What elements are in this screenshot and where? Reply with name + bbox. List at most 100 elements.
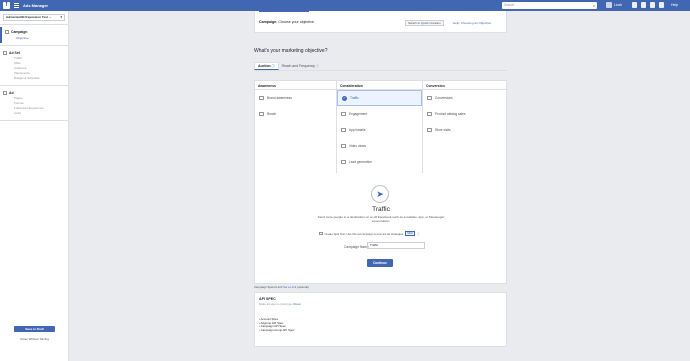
optional-label: (optional) bbox=[297, 285, 309, 289]
split-test-row: Create Split Test: Use this ad campaign … bbox=[319, 231, 420, 236]
option-product-catalog-sales[interactable]: Product catalog sales bbox=[423, 106, 508, 122]
box-icon bbox=[341, 128, 346, 132]
user-menu[interactable]: Leah bbox=[606, 2, 622, 8]
help-link[interactable]: Help bbox=[671, 3, 678, 7]
settings-icon[interactable] bbox=[659, 2, 664, 8]
user-name: Leah bbox=[614, 3, 622, 7]
selected-objective-description: Send more people to a destination on or … bbox=[317, 215, 445, 224]
option-traffic[interactable]: ✓ Traffic bbox=[337, 90, 422, 106]
divider bbox=[0, 44, 68, 46]
objective-panel: Awareness Brand awareness Reach Consider… bbox=[254, 80, 508, 284]
save-draft-button[interactable]: Save to Draft bbox=[14, 326, 55, 332]
sidebar-item-pages[interactable]: Pages bbox=[14, 96, 68, 100]
campaign-icon bbox=[5, 30, 9, 34]
api-spec-panel: API SPEC Make ad spec to prototype. Rese… bbox=[254, 292, 507, 347]
option-video-views[interactable]: Video views bbox=[337, 138, 422, 154]
info-icon: ⓘ bbox=[316, 64, 320, 68]
help-choosing-objective-link[interactable]: Help: Choosing an Objective bbox=[453, 21, 491, 25]
option-lead-generation[interactable]: Lead generation bbox=[337, 154, 422, 170]
divider bbox=[0, 24, 68, 25]
new-badge: NEW bbox=[405, 231, 415, 236]
option-conversions[interactable]: Conversions bbox=[423, 90, 508, 106]
globe-icon bbox=[427, 96, 432, 100]
tab-reach-frequency[interactable]: Reach and Frequency ⓘ bbox=[279, 62, 322, 70]
campaign-name-input[interactable]: Traffic bbox=[367, 242, 425, 249]
continue-button[interactable]: Continue bbox=[367, 259, 393, 267]
sidebar-section-ad-set[interactable]: Ad Set Traffic Offer Audience Placements… bbox=[0, 48, 68, 83]
info-icon[interactable]: ⓘ bbox=[417, 232, 420, 236]
cart-icon bbox=[427, 112, 432, 116]
video-icon bbox=[341, 144, 346, 148]
quick-creation-button[interactable]: Switch to Quick Creation bbox=[405, 20, 444, 26]
sidebar-section-campaign[interactable]: Campaign Objective bbox=[0, 27, 68, 43]
notifications-icon[interactable] bbox=[650, 2, 655, 8]
sidebar-item-audience[interactable]: Audience bbox=[14, 66, 68, 70]
sidebar-section-title: Campaign bbox=[11, 30, 28, 34]
sidebar-item-links[interactable]: Links bbox=[14, 111, 68, 115]
sidebar-item-offer[interactable]: Offer bbox=[14, 61, 68, 65]
sidebar: AdmartenNit Expansion Test ... ▾ Campaig… bbox=[0, 11, 69, 361]
close-without-saving-link[interactable]: Close Without Saving bbox=[14, 337, 55, 341]
spend-limit-label: Campaign Spend Limit bbox=[254, 285, 283, 289]
chevron-down-icon: ▾ bbox=[60, 15, 62, 19]
split-test-label: Create Split Test: Use this ad campaign … bbox=[324, 231, 404, 236]
sidebar-section-title: Ad Set bbox=[9, 50, 20, 55]
reset-link[interactable]: Reset bbox=[294, 302, 301, 306]
ad-set-icon bbox=[3, 50, 7, 55]
engagement-icon bbox=[341, 112, 346, 116]
option-store-visits[interactable]: Store visits bbox=[423, 122, 508, 138]
info-icon: ⓘ bbox=[271, 64, 275, 68]
column-heading: Conversion bbox=[423, 81, 508, 90]
campaign-name-label: Campaign Name bbox=[344, 245, 369, 249]
sidebar-item-objective[interactable]: Objective bbox=[16, 36, 68, 40]
reach-icon bbox=[259, 112, 264, 116]
megaphone-icon bbox=[259, 96, 264, 100]
check-icon: ✓ bbox=[342, 95, 347, 101]
account-name: AdmartenNit Expansion Test ... bbox=[6, 15, 52, 19]
sidebar-item-fullscreen[interactable]: Fullscreen Experience bbox=[14, 106, 68, 110]
option-app-installs[interactable]: App installs bbox=[337, 122, 422, 138]
ad-icon bbox=[3, 90, 7, 95]
search-icon[interactable]: ⌕ bbox=[593, 2, 595, 9]
column-heading: Awareness bbox=[255, 81, 336, 90]
spend-limit: Campaign Spend Limit Set a Limit (option… bbox=[254, 285, 309, 289]
messages-icon[interactable] bbox=[641, 2, 646, 8]
column-conversion: Conversion Conversions Product catalog s… bbox=[423, 81, 508, 173]
search-input[interactable]: Search ⌕ bbox=[502, 2, 597, 9]
divider bbox=[0, 84, 68, 86]
sidebar-section-ad[interactable]: Ad Pages Format Fullscreen Experience Li… bbox=[0, 88, 68, 118]
sidebar-section-title: Ad bbox=[9, 90, 14, 95]
progress-line bbox=[259, 11, 309, 12]
api-spec-title: API SPEC bbox=[259, 297, 276, 301]
account-select[interactable]: AdmartenNit Expansion Test ... ▾ bbox=[3, 14, 65, 21]
search-placeholder: Search bbox=[504, 3, 515, 7]
sidebar-item-format[interactable]: Format bbox=[14, 101, 68, 105]
objective-question: What's your marketing objective? bbox=[254, 48, 328, 54]
store-icon bbox=[427, 128, 432, 132]
campaign-header: Campaign: Choose your objective. Switch … bbox=[254, 11, 507, 33]
selected-objective-title: Traffic bbox=[372, 206, 390, 213]
app-title[interactable]: Ads Manager bbox=[23, 3, 48, 8]
list-item: • Campaign Group API Spec bbox=[259, 327, 295, 332]
cursor-icon: ➤ bbox=[371, 185, 389, 203]
column-consideration: Consideration ✓ Traffic Engagement App in… bbox=[337, 81, 423, 173]
column-heading: Consideration bbox=[337, 81, 422, 90]
facebook-logo-icon[interactable]: f bbox=[3, 2, 10, 9]
option-engagement[interactable]: Engagement bbox=[337, 106, 422, 122]
set-limit-link[interactable]: Set a Limit bbox=[283, 285, 296, 289]
api-spec-list: • Account Store • Adgroup API Spec • Cam… bbox=[259, 317, 502, 332]
menu-icon[interactable] bbox=[14, 3, 19, 8]
friend-requests-icon[interactable] bbox=[632, 2, 637, 8]
divider bbox=[0, 119, 68, 121]
option-brand-awareness[interactable]: Brand awareness bbox=[255, 90, 336, 106]
top-bar: f Ads Manager Search ⌕ Leah Help bbox=[0, 0, 690, 11]
sidebar-item-traffic[interactable]: Traffic bbox=[14, 56, 68, 60]
split-test-checkbox[interactable] bbox=[319, 231, 323, 236]
sidebar-item-placements[interactable]: Placements bbox=[14, 71, 68, 75]
tab-auction[interactable]: Auction ⓘ bbox=[254, 62, 279, 70]
api-spec-subtitle: Make ad spec to prototype. Reset bbox=[259, 302, 301, 306]
buying-type-tabs: Auction ⓘ Reach and Frequency ⓘ bbox=[254, 62, 507, 71]
sidebar-item-budget[interactable]: Budget & Schedule bbox=[14, 76, 68, 80]
column-awareness: Awareness Brand awareness Reach bbox=[255, 81, 337, 173]
option-reach[interactable]: Reach bbox=[255, 106, 336, 122]
